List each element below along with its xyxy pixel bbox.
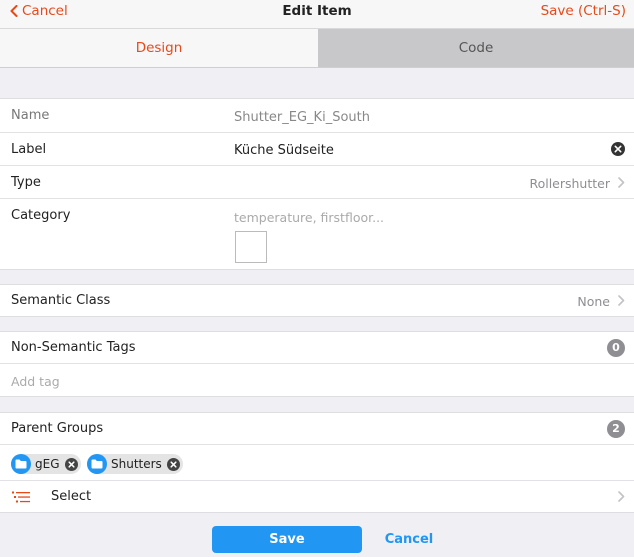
semantic-class-value: None [577, 294, 610, 309]
type-label: Type [11, 175, 41, 190]
group-chip[interactable]: Shutters [87, 454, 183, 474]
select-groups-row[interactable]: Select [0, 481, 634, 512]
clear-input-icon[interactable] [611, 142, 625, 156]
add-tag-input[interactable]: Add tag [11, 374, 60, 389]
name-label: Name [11, 108, 50, 123]
item-details-list: Name Shutter_EG_Ki_South Label Küche Süd… [0, 98, 634, 270]
parent-groups-label: Parent Groups [11, 421, 104, 436]
folder-icon [87, 454, 107, 474]
semantic-class-label: Semantic Class [11, 293, 111, 308]
folder-icon [11, 454, 31, 474]
list-icon [12, 491, 30, 503]
label-label: Label [11, 142, 47, 157]
group-chip-label: gEG [35, 457, 60, 471]
category-label: Category [11, 208, 71, 223]
chevron-right-icon [618, 491, 625, 502]
label-input[interactable]: Küche Südseite [234, 143, 334, 158]
view-tabs: Design Code [0, 29, 634, 68]
name-value: Shutter_EG_Ki_South [234, 110, 370, 125]
category-input[interactable]: temperature, firstfloor... [234, 210, 384, 225]
remove-chip-icon[interactable] [64, 457, 78, 471]
category-row: Category temperature, firstfloor... [0, 199, 634, 269]
group-chip[interactable]: gEG [11, 454, 81, 474]
type-value: Rollershutter [529, 176, 610, 191]
name-row: Name Shutter_EG_Ki_South [0, 99, 634, 133]
label-row: Label Küche Südseite [0, 133, 634, 166]
category-icon-preview [235, 231, 267, 263]
tags-header-row: Non-Semantic Tags 0 [0, 332, 634, 364]
parent-groups-count-badge: 2 [607, 420, 625, 438]
semantic-class-row[interactable]: Semantic Class None [0, 285, 634, 316]
remove-chip-icon[interactable] [166, 457, 180, 471]
parent-groups-list: Parent Groups 2 gEG Shutters Select [0, 412, 634, 513]
tab-code[interactable]: Code [318, 29, 634, 67]
save-button[interactable]: Save [212, 526, 362, 553]
parent-groups-chips-row: gEG Shutters [0, 445, 634, 481]
type-row[interactable]: Type Rollershutter [0, 166, 634, 199]
group-chip-label: Shutters [111, 457, 162, 471]
non-semantic-tags-list: Non-Semantic Tags 0 Add tag [0, 331, 634, 397]
save-shortcut-link[interactable]: Save (Ctrl-S) [541, 0, 626, 22]
tab-design[interactable]: Design [0, 29, 318, 67]
chevron-right-icon [618, 295, 625, 306]
parent-groups-header-row: Parent Groups 2 [0, 413, 634, 445]
tags-count-badge: 0 [607, 339, 625, 357]
cancel-button[interactable]: Cancel [367, 526, 451, 553]
page-title: Edit Item [282, 3, 352, 19]
semantic-class-list: Semantic Class None [0, 284, 634, 317]
select-groups-label: Select [51, 489, 92, 504]
navbar: Cancel Edit Item Save (Ctrl-S) [0, 0, 634, 29]
chevron-right-icon [618, 177, 625, 188]
add-tag-row: Add tag [0, 364, 634, 396]
tags-label: Non-Semantic Tags [11, 340, 136, 355]
